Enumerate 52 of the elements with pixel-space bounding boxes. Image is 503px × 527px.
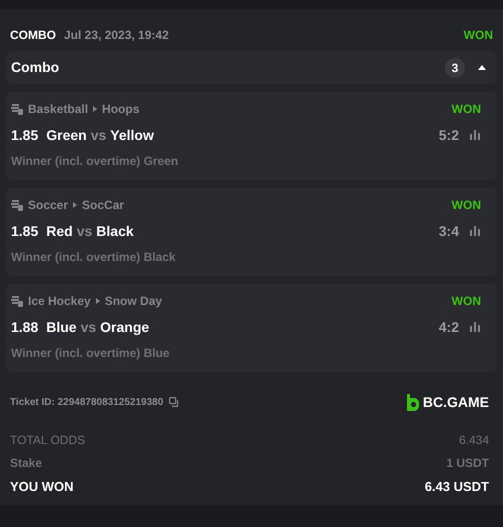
team-name: Yellow (110, 126, 154, 144)
team-name: Red (46, 222, 73, 240)
match-score: 4:2 (438, 318, 459, 336)
chevron-icon (96, 298, 100, 304)
league-name: SocCar (82, 197, 124, 214)
market-selection: Winner (incl. overtime) Blue (11, 345, 171, 362)
sport-name: Basketball (28, 101, 88, 118)
market-selection: Winner (incl. overtime) Green (11, 153, 180, 170)
stats-icon[interactable] (469, 321, 481, 333)
leg-status: WON (452, 197, 481, 214)
brand-name: BC.GAME (422, 392, 489, 412)
versus-label: vs (90, 126, 106, 144)
logo-icon (406, 394, 419, 410)
total-label: YOU WON (10, 478, 74, 496)
stats-icon[interactable] (469, 225, 481, 237)
total-label: TOTAL ODDS (10, 432, 86, 448)
team-name: Orange (100, 318, 150, 337)
league-name: Snow Day (104, 293, 162, 310)
team-name: Green (46, 126, 87, 144)
bet-type: COMBO (10, 26, 56, 44)
sport-name: Soccer (28, 197, 68, 214)
sport-icon (11, 295, 23, 307)
team-name: Black (96, 222, 134, 240)
chevron-icon (73, 202, 78, 208)
versus-label: vs (76, 222, 92, 240)
sport-icon (11, 103, 23, 115)
market-selection: Winner (incl. overtime) Black (11, 249, 177, 266)
total-value: 6.43 USDT (424, 478, 489, 496)
combo-title: Combo (11, 58, 60, 77)
leg-status: WON (452, 101, 481, 118)
stats-icon[interactable] (469, 129, 481, 141)
versus-label: vs (80, 318, 96, 336)
match-score: 5:2 (438, 126, 459, 144)
team-name: Blue (46, 318, 77, 336)
sport-icon (11, 199, 23, 211)
total-label: Stake (10, 454, 42, 472)
copy-icon[interactable] (169, 396, 180, 408)
combo-bar[interactable]: Combo 3 (6, 51, 497, 84)
match-score: 3:4 (438, 222, 459, 240)
league-name: Hoops (102, 101, 140, 118)
chevron-icon (93, 106, 98, 112)
bet-date: Jul 23, 2023, 19:42 (64, 26, 169, 44)
leg-count-badge: 3 (445, 58, 465, 78)
leg-odds: 1.85 (11, 222, 38, 240)
total-value: 6.434 (458, 432, 489, 448)
sport-name: Ice Hockey (28, 293, 91, 310)
leg-odds: 1.88 (11, 318, 38, 336)
leg-status: WON (452, 293, 481, 310)
ticket-id: Ticket ID: 2294878083125219380 (10, 396, 164, 410)
bet-status: WON (464, 26, 493, 44)
total-value: 1 USDT (446, 454, 489, 472)
leg-odds: 1.85 (11, 126, 38, 144)
